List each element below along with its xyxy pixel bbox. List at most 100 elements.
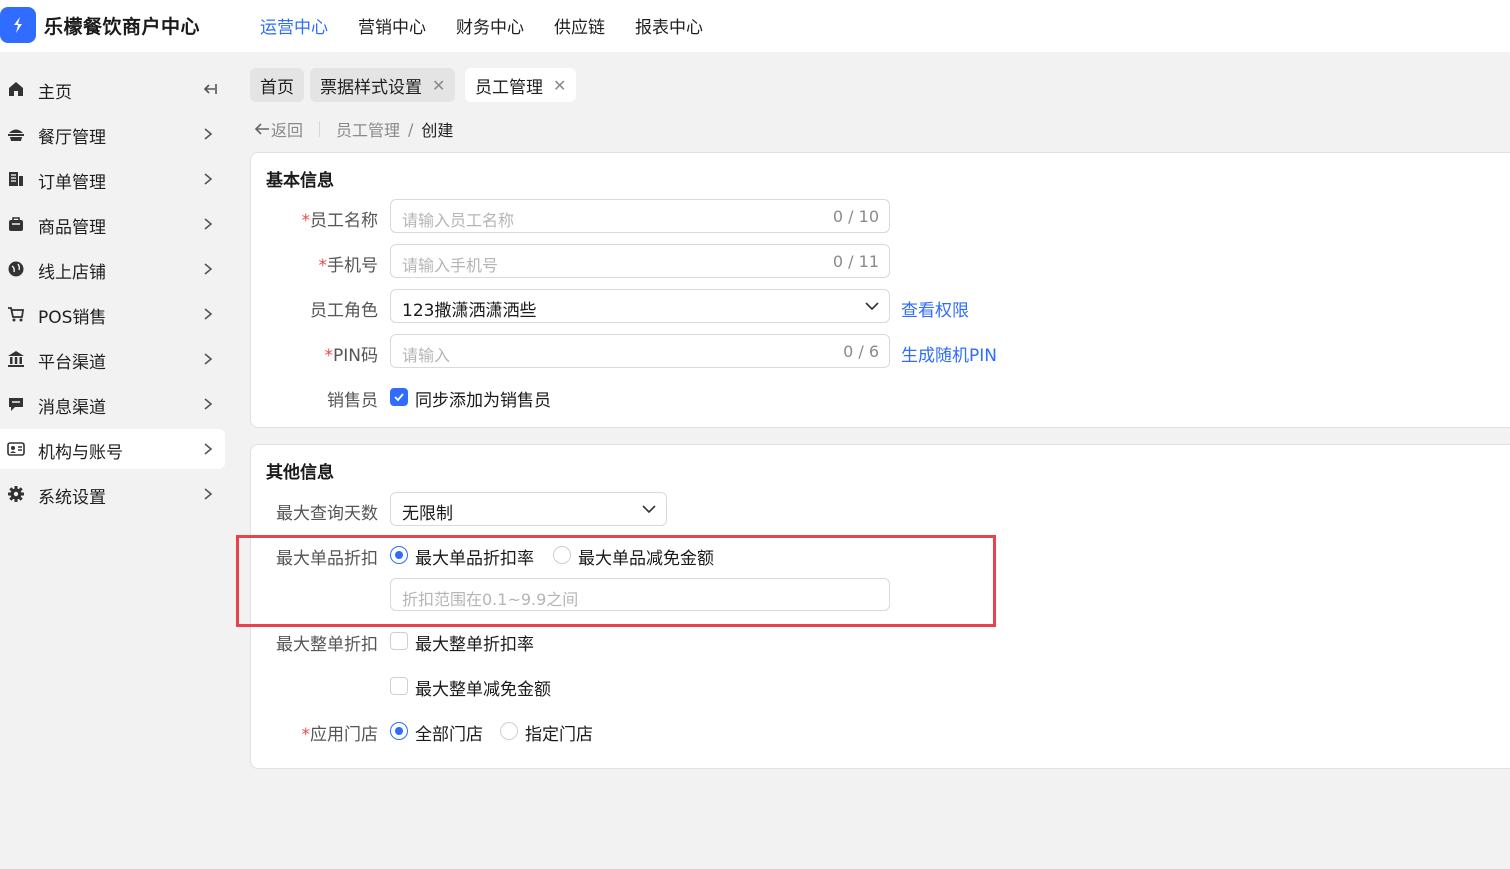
chevron-right-icon — [204, 218, 213, 230]
sidebar-item-label: 商品管理 — [38, 218, 106, 238]
specific-stores-radio[interactable] — [500, 722, 518, 740]
staff-name-input[interactable]: 请输入员工名称 0 / 10 — [390, 199, 890, 233]
check-icon — [394, 393, 404, 402]
role-label: 员工角色 — [310, 301, 378, 321]
max-query-days-select[interactable]: 无限制 — [390, 492, 667, 526]
sidebar-item-label: 主页 — [38, 83, 72, 103]
phone-input[interactable]: 请输入手机号 0 / 11 — [390, 244, 890, 278]
home-icon — [9, 82, 23, 96]
staff-name-placeholder: 请输入员工名称 — [402, 211, 515, 230]
tab-receipt-style[interactable]: 票据样式设置 ✕ — [310, 68, 456, 102]
breadcrumb-parent[interactable]: 员工管理 — [336, 117, 400, 141]
sidebar-item-label: 线上店铺 — [38, 263, 106, 283]
chevron-right-icon — [204, 353, 213, 365]
sync-salesperson-label[interactable]: 同步添加为销售员 — [415, 386, 551, 411]
topnav-operations[interactable]: 运营中心 — [260, 13, 328, 38]
stores-label: *应用门店 — [301, 725, 379, 745]
generate-pin-link[interactable]: 生成随机PIN — [901, 341, 997, 366]
max-order-reduction-checkbox[interactable] — [390, 677, 408, 695]
close-icon[interactable]: ✕ — [553, 76, 566, 95]
tab-label: 员工管理 — [475, 77, 543, 98]
cart-icon — [8, 307, 25, 322]
staff-name-count: 0 / 10 — [832, 207, 879, 226]
sync-salesperson-checkbox[interactable] — [390, 388, 408, 406]
pin-placeholder: 请输入 — [402, 346, 451, 365]
main-content: 首页 票据样式设置 ✕ 员工管理 ✕ 返回 员工管理 / 创建 基本信息 *员工… — [235, 54, 1510, 869]
basic-info-card: 基本信息 *员工名称 请输入员工名称 0 / 10 *手机号 请输入手机号 0 … — [250, 152, 1510, 428]
globe-icon — [8, 261, 24, 277]
sidebar-item-label: 平台渠道 — [38, 353, 106, 373]
max-order-discount-rate-checkbox[interactable] — [390, 632, 408, 650]
salesperson-label: 销售员 — [327, 391, 378, 411]
other-info-title: 其他信息 — [266, 463, 334, 483]
sidebar: 主页 餐厅管理 订单管理 商品管理 线上店铺 POS销售 平台渠道 消息渠道 机 — [0, 62, 235, 869]
collapse-sidebar-icon[interactable] — [202, 81, 218, 97]
breadcrumb-separator: / — [408, 119, 414, 139]
sidebar-item-online-store[interactable]: 线上店铺 — [0, 249, 225, 289]
staff-name-label: *员工名称 — [301, 211, 379, 231]
breadcrumb-current: 创建 — [421, 121, 454, 140]
arrow-left-icon — [254, 123, 269, 135]
sidebar-item-orders[interactable]: 订单管理 — [0, 159, 225, 199]
max-order-discount-rate-label[interactable]: 最大整单折扣率 — [415, 630, 534, 655]
phone-count: 0 / 11 — [832, 252, 879, 271]
max-order-discount-label: 最大整单折扣 — [276, 635, 378, 655]
close-icon[interactable]: ✕ — [432, 76, 445, 95]
sidebar-item-home[interactable]: 主页 — [0, 69, 225, 109]
view-permissions-link[interactable]: 查看权限 — [901, 296, 969, 321]
restaurant-icon — [8, 129, 24, 141]
sidebar-item-label: 餐厅管理 — [38, 128, 106, 148]
sidebar-item-label: 机构与账号 — [38, 443, 123, 463]
gear-icon — [8, 486, 24, 502]
all-stores-radio[interactable] — [390, 722, 408, 740]
max-order-reduction-label[interactable]: 最大整单减免金额 — [415, 675, 551, 700]
topnav-finance[interactable]: 财务中心 — [456, 13, 524, 38]
back-label: 返回 — [271, 121, 304, 140]
sidebar-item-message[interactable]: 消息渠道 — [0, 384, 225, 424]
tab-label: 票据样式设置 — [320, 77, 422, 98]
chevron-right-icon — [204, 173, 213, 185]
order-icon — [9, 172, 23, 186]
back-button[interactable]: 返回 — [253, 117, 303, 141]
tab-staff-management[interactable]: 员工管理 ✕ — [465, 68, 577, 102]
max-query-days-value: 无限制 — [402, 504, 453, 524]
account-card-icon — [7, 442, 25, 456]
tab-home[interactable]: 首页 — [250, 68, 304, 102]
role-select[interactable]: 123撒潇洒潇洒些 — [390, 289, 890, 323]
pin-count: 0 / 6 — [843, 342, 879, 361]
highlight-box — [236, 535, 996, 627]
app-brand: 乐檬餐饮商户中心 — [44, 16, 201, 38]
topnav-marketing[interactable]: 营销中心 — [358, 13, 426, 38]
sidebar-item-label: 系统设置 — [38, 488, 106, 508]
sidebar-item-platform[interactable]: 平台渠道 — [0, 339, 225, 379]
sidebar-item-label: POS销售 — [38, 308, 107, 328]
divider — [319, 121, 321, 137]
message-icon — [9, 398, 23, 411]
pin-input[interactable]: 请输入 0 / 6 — [390, 334, 890, 368]
breadcrumb: 返回 员工管理 / 创建 — [253, 118, 453, 140]
goods-icon — [9, 217, 23, 231]
chevron-right-icon — [204, 308, 213, 320]
top-bar: 乐檬餐饮商户中心 运营中心 营销中心 财务中心 供应链 报表中心 — [0, 0, 1510, 52]
pin-label: *PIN码 — [324, 346, 378, 366]
sidebar-item-goods[interactable]: 商品管理 — [0, 204, 225, 244]
sidebar-item-settings[interactable]: 系统设置 — [0, 474, 225, 514]
sidebar-item-pos[interactable]: POS销售 — [0, 294, 225, 334]
basic-info-title: 基本信息 — [266, 171, 334, 191]
phone-label: *手机号 — [318, 256, 379, 276]
chevron-right-icon — [204, 488, 213, 500]
topnav-supply-chain[interactable]: 供应链 — [554, 13, 605, 38]
topnav-reports[interactable]: 报表中心 — [635, 13, 703, 38]
sidebar-item-restaurant[interactable]: 餐厅管理 — [0, 114, 225, 154]
top-nav: 运营中心 营销中心 财务中心 供应链 报表中心 — [260, 13, 733, 38]
chevron-down-icon — [865, 302, 879, 311]
all-stores-label[interactable]: 全部门店 — [415, 720, 483, 745]
chevron-right-icon — [204, 263, 213, 275]
tab-label: 首页 — [260, 77, 294, 98]
sidebar-item-label: 订单管理 — [38, 173, 106, 193]
specific-stores-label[interactable]: 指定门店 — [525, 720, 593, 745]
chevron-right-icon — [204, 443, 213, 455]
phone-placeholder: 请输入手机号 — [402, 256, 499, 275]
sidebar-item-accounts[interactable]: 机构与账号 — [0, 429, 225, 469]
sidebar-item-label: 消息渠道 — [38, 398, 106, 418]
